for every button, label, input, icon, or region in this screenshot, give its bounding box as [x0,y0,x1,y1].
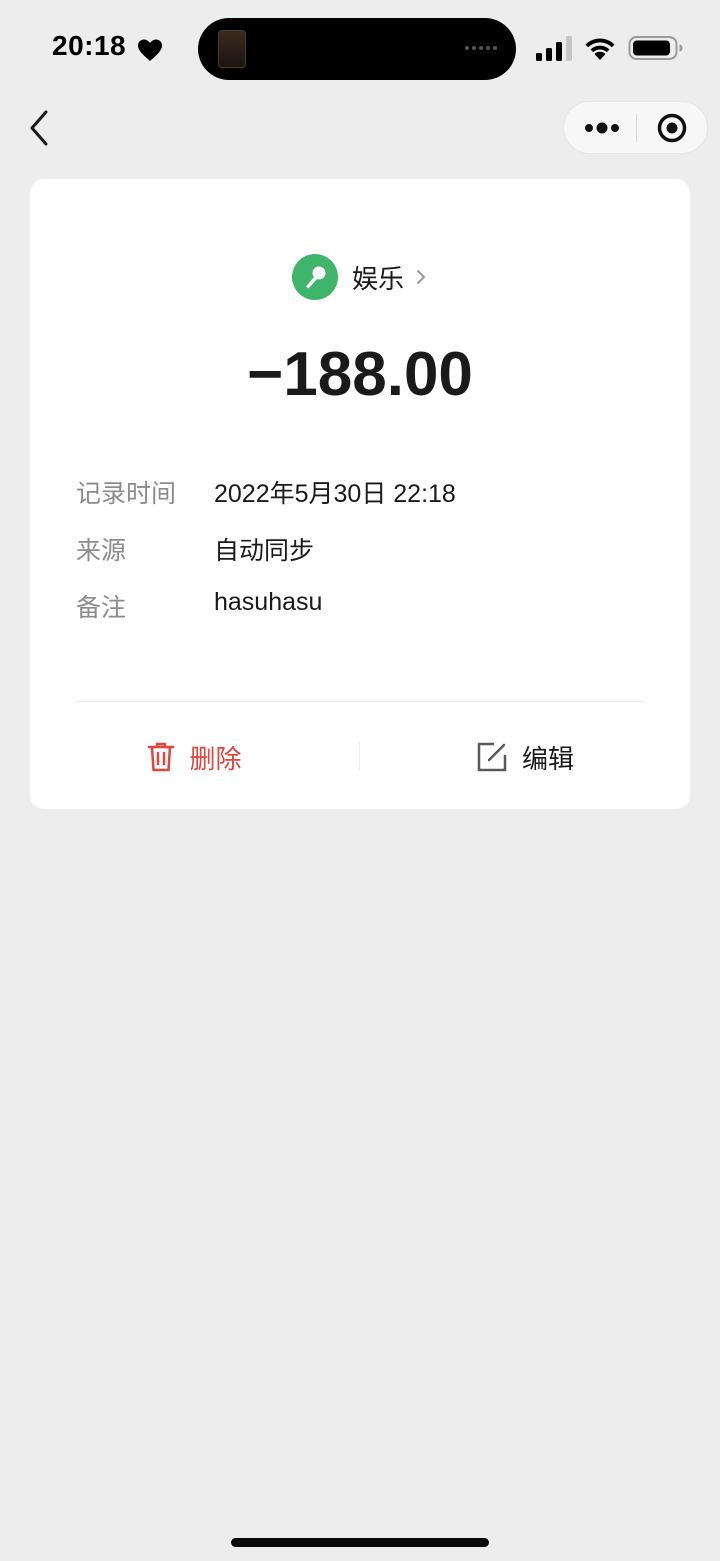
edit-label: 编辑 [521,743,574,774]
chevron-left-icon [30,110,48,146]
dynamic-island[interactable] [198,18,516,80]
home-indicator[interactable] [231,1538,489,1547]
more-dots-icon [585,122,619,134]
delete-button[interactable]: 删除 [30,731,359,783]
media-thumbnail [218,30,246,68]
detail-row-source: 来源 自动同步 [76,531,656,567]
category-label: 娱乐 [351,263,404,294]
back-button[interactable] [22,106,62,150]
detail-row-note: 备注 hasuhasu [76,588,656,624]
category-icon-badge [291,254,338,300]
transaction-card: 娱乐 −188.00 记录时间 2022年5月30日 22:18 来源 自动同步… [30,179,690,809]
wifi-icon [585,38,615,60]
chevron-right-icon [417,270,425,284]
edit-icon [477,742,507,772]
microphone-icon [305,266,326,289]
status-bar: 20:18 [0,0,720,96]
detail-label: 来源 [76,537,127,565]
card-divider [76,701,644,702]
more-button[interactable] [564,102,636,153]
category-selector[interactable]: 娱乐 [30,254,690,300]
detail-row-time: 记录时间 2022年5月30日 22:18 [76,474,656,510]
signal-icon [536,36,572,61]
heart-icon [138,39,162,61]
transaction-amount: −188.00 [247,340,473,409]
detail-label: 记录时间 [76,480,177,508]
mini-program-capsule [563,101,708,154]
status-time: 20:18 [52,30,127,61]
detail-label: 备注 [76,594,127,622]
close-mini-program-button[interactable] [637,102,708,153]
detail-value: 自动同步 [214,537,315,565]
battery-icon [628,36,683,60]
screen: 20:18 娱乐 −188.00 记录时间 2022年5月30日 22:18 来… [0,0,720,1561]
edit-button[interactable]: 编辑 [360,731,690,783]
delete-label: 删除 [189,743,242,774]
detail-value: 2022年5月30日 22:18 [214,480,456,508]
detail-value: hasuhasu [214,588,323,616]
audio-activity-icon [465,46,497,50]
target-circle-icon [657,113,687,143]
trash-icon [148,742,175,772]
